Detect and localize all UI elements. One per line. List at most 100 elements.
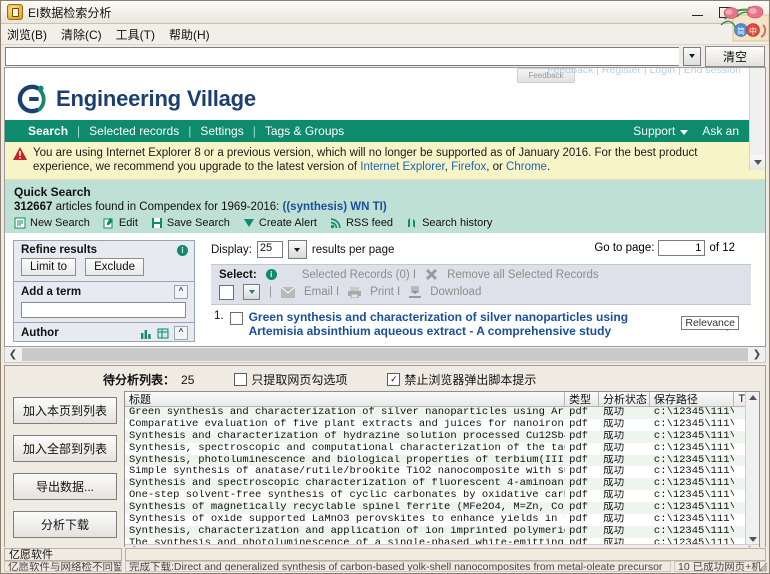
menu-item-browse[interactable]: 浏览(B): [7, 26, 47, 43]
quick-search-actions: New Search Edit Save Search Create Alert…: [14, 217, 756, 229]
table-row[interactable]: Green synthesis and characterization of …: [125, 407, 759, 419]
clear-button[interactable]: 清空: [705, 46, 765, 67]
address-dropdown-button[interactable]: [683, 47, 701, 66]
tab-search[interactable]: Search: [19, 124, 77, 138]
menu-item-tools[interactable]: 工具(T): [116, 26, 155, 43]
grid-vertical-scrollbar[interactable]: [745, 392, 759, 545]
block-script-prompt-checkbox-group[interactable]: ✓ 禁止浏览器弹出脚本提示: [387, 371, 536, 388]
quick-search-summary: Quick Search 312667 articles found in Co…: [5, 180, 765, 233]
export-data-button[interactable]: 导出数据...: [13, 473, 117, 500]
remove-all-icon[interactable]: [425, 268, 438, 281]
address-combobox[interactable]: [5, 47, 679, 66]
analysis-results-grid[interactable]: 标题 类型 分析状态 保存路径 TYP Green synthesis and …: [124, 391, 760, 559]
collapse-icon[interactable]: ^: [174, 326, 188, 340]
link-chrome[interactable]: Chrome: [506, 161, 547, 173]
refine-panel: Refine results i Limit to Exclude Add a …: [13, 240, 195, 342]
select-all-checkbox[interactable]: [219, 285, 234, 300]
sort-by-select[interactable]: Relevance: [681, 316, 739, 330]
table-row[interactable]: Synthesis of magnetically recyclable spi…: [125, 502, 759, 514]
cell-title: Simple synthesis of anatase/rutile/brook…: [125, 466, 565, 478]
scroll-right-button[interactable]: ❯: [749, 348, 765, 361]
cell-status: 成功: [599, 514, 650, 526]
link-firefox[interactable]: Firefox: [451, 161, 486, 173]
bar-chart-icon[interactable]: [140, 328, 152, 339]
cell-type: pdf: [565, 502, 599, 514]
result-title-link[interactable]: Green synthesis and characterization of …: [249, 310, 679, 338]
table-row[interactable]: Synthesis, spectroscopic and computation…: [125, 443, 759, 455]
support-menu[interactable]: Support: [633, 124, 688, 138]
analyze-download-button[interactable]: 分析下载: [13, 511, 117, 538]
collapse-icon[interactable]: ^: [174, 285, 188, 299]
address-input[interactable]: [6, 48, 679, 65]
email-action[interactable]: Email I: [304, 286, 339, 298]
print-action[interactable]: Print I: [370, 286, 400, 298]
column-header-title[interactable]: 标题: [125, 392, 565, 406]
extract-checked-only-checkbox-group[interactable]: 只提取网页勾选项: [234, 371, 347, 388]
column-header-path[interactable]: 保存路径: [650, 392, 735, 406]
save-search-action[interactable]: Save Search: [151, 217, 230, 229]
results-content-area: Refine results i Limit to Exclude Add a …: [5, 233, 765, 329]
menu-item-clear[interactable]: 清除(C): [61, 26, 102, 43]
rss-feed-action[interactable]: RSS feed: [330, 217, 393, 229]
add-page-to-list-button[interactable]: 加入本页到列表: [13, 397, 117, 424]
info-icon[interactable]: i: [177, 245, 188, 256]
exclude-button[interactable]: Exclude: [85, 258, 144, 276]
close-button[interactable]: [739, 2, 767, 22]
resize-grip-icon[interactable]: [755, 559, 768, 572]
result-count-text: articles found in Compendex for 1969-201…: [52, 201, 282, 213]
table-row[interactable]: Synthesis, characterization and applicat…: [125, 526, 759, 538]
cell-title: Synthesis, characterization and applicat…: [125, 526, 565, 538]
analysis-body: 加入本页到列表 加入全部到列表 导出数据... 分析下载 标题 类型 分析状态 …: [5, 391, 765, 559]
table-row[interactable]: Synthesis, photoluminescence and biologi…: [125, 455, 759, 467]
select-dropdown-button[interactable]: [243, 284, 260, 300]
tab-tags-groups[interactable]: Tags & Groups: [256, 124, 353, 138]
limit-to-button[interactable]: Limit to: [21, 258, 76, 276]
scroll-left-button[interactable]: ❮: [5, 348, 21, 361]
table-row[interactable]: Comparative evaluation of five plant ext…: [125, 419, 759, 431]
add-all-to-list-button[interactable]: 加入全部到列表: [13, 435, 117, 462]
tab-settings[interactable]: Settings: [191, 124, 252, 138]
per-page-dropdown-button[interactable]: [288, 240, 307, 259]
tab-selected-records[interactable]: Selected records: [80, 124, 188, 138]
search-query[interactable]: ((synthesis) WN TI): [283, 201, 387, 213]
hscroll-track[interactable]: [22, 348, 748, 361]
grid-icon[interactable]: [157, 328, 169, 339]
new-search-action[interactable]: New Search: [14, 217, 90, 229]
download-icon: [409, 286, 421, 298]
result-checkbox[interactable]: [230, 312, 243, 325]
column-header-type[interactable]: 类型: [565, 392, 599, 406]
table-row[interactable]: One-step solvent-free synthesis of cycli…: [125, 490, 759, 502]
link-internet-explorer[interactable]: Internet Explorer: [360, 161, 444, 173]
remove-all-selected-records[interactable]: Remove all Selected Records: [447, 269, 599, 281]
table-row[interactable]: Synthesis of oxide supported LaMnO3 pero…: [125, 514, 759, 526]
create-alert-action[interactable]: Create Alert: [243, 217, 317, 229]
add-a-term-input[interactable]: [21, 302, 186, 318]
menu-item-help[interactable]: 帮助(H): [169, 26, 210, 43]
download-action[interactable]: Download: [430, 286, 481, 298]
block-script-prompt-checkbox[interactable]: ✓: [387, 373, 400, 386]
browser-vertical-scrollbar[interactable]: [749, 67, 765, 170]
go-to-page-input[interactable]: 1: [658, 240, 705, 256]
info-icon[interactable]: i: [266, 269, 277, 280]
per-page-value[interactable]: 25: [257, 241, 283, 258]
browser-horizontal-scrollbar[interactable]: ❮ ❯: [4, 347, 766, 363]
table-row[interactable]: Simple synthesis of anatase/rutile/brook…: [125, 466, 759, 478]
table-row[interactable]: Synthesis and characterization of hydraz…: [125, 431, 759, 443]
grid-scroll-up-icon[interactable]: [749, 395, 757, 400]
edit-action[interactable]: Edit: [103, 217, 138, 229]
cell-type: pdf: [565, 514, 599, 526]
cell-path: c:\12345\111\: [650, 466, 735, 478]
table-row[interactable]: Synthesis and spectroscopic characteriza…: [125, 478, 759, 490]
column-header-status[interactable]: 分析状态: [599, 392, 650, 406]
extract-checked-only-checkbox[interactable]: [234, 373, 247, 386]
cell-type: pdf: [565, 490, 599, 502]
minimize-button[interactable]: [683, 2, 711, 22]
grid-scroll-down-icon[interactable]: [749, 537, 757, 542]
ask-an-expert-link[interactable]: Ask an: [702, 124, 739, 138]
quick-search-count-line: 312667 articles found in Compendex for 1…: [14, 201, 756, 213]
cell-type: pdf: [565, 407, 599, 419]
ev-account-links[interactable]: Feedback | Register | Login | End sessio…: [547, 67, 741, 76]
maximize-button[interactable]: [711, 2, 739, 22]
scroll-down-button[interactable]: [750, 155, 765, 170]
search-history-action[interactable]: Search history: [406, 217, 492, 229]
